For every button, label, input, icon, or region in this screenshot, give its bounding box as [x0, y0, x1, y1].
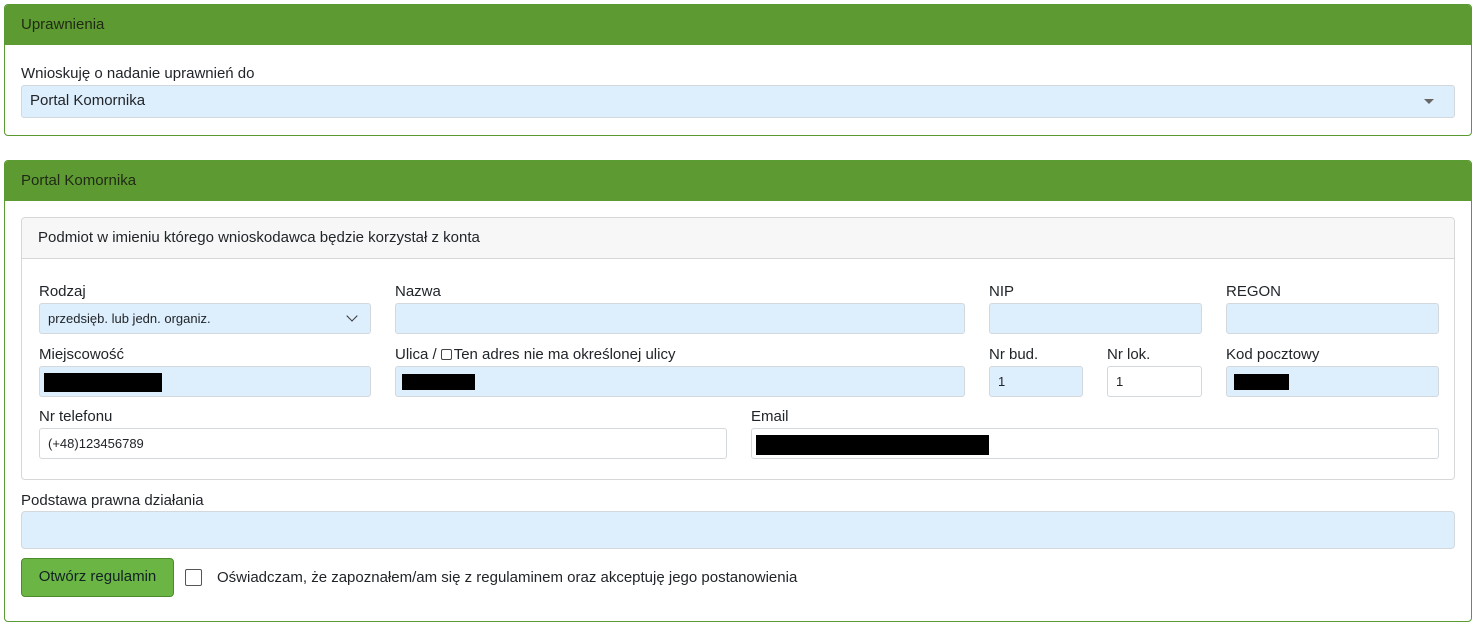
uprawnienia-header: Uprawnienia	[5, 5, 1471, 45]
no-street-label: Ten adres nie ma określonej ulicy	[453, 346, 676, 363]
redacted-block	[1234, 374, 1289, 390]
no-street-checkbox[interactable]	[440, 349, 452, 360]
request-select[interactable]: Portal Komornika	[21, 85, 1455, 118]
podstawa-label: Podstawa prawna działania	[21, 492, 204, 509]
ulica-label: Ulica /	[395, 346, 437, 363]
telefon-label: Nr telefonu	[39, 408, 113, 425]
ulica-label-group: Ulica / Ten adres nie ma określonej ulicy	[395, 346, 675, 363]
accept-checkbox[interactable]	[185, 569, 202, 586]
rodzaj-select-value: przedsięb. lub jedn. organiz.	[48, 311, 211, 326]
rodzaj-select[interactable]: przedsięb. lub jedn. organiz.	[39, 303, 371, 334]
kod-label: Kod pocztowy	[1226, 346, 1320, 363]
subject-header: Podmiot w imieniu którego wnioskodawca b…	[22, 218, 1454, 259]
nr-lok-value: 1	[1116, 374, 1124, 389]
nazwa-input[interactable]	[395, 303, 965, 334]
ulica-input[interactable]	[395, 366, 965, 397]
podstawa-input[interactable]	[21, 511, 1455, 549]
nip-input[interactable]	[989, 303, 1202, 334]
nr-lok-input[interactable]: 1	[1107, 366, 1202, 397]
rodzaj-label: Rodzaj	[39, 283, 86, 300]
nazwa-label: Nazwa	[395, 283, 441, 300]
accept-label: Oświadczam, że zapoznałem/am się z regul…	[217, 569, 798, 586]
portal-card: Portal Komornika Podmiot w imieniu które…	[4, 160, 1472, 622]
telefon-input[interactable]: (+48)123456789	[39, 428, 727, 459]
email-input[interactable]	[751, 428, 1439, 459]
portal-header: Portal Komornika	[5, 161, 1471, 201]
nr-bud-label: Nr bud.	[989, 346, 1039, 363]
caret-down-icon	[1424, 99, 1434, 104]
email-label: Email	[751, 408, 789, 425]
redacted-block	[402, 374, 475, 390]
kod-input[interactable]	[1226, 366, 1439, 397]
nr-lok-label: Nr lok.	[1107, 346, 1151, 363]
request-label: Wnioskuję o nadanie uprawnień do	[21, 65, 255, 82]
miejscowosc-label: Miejscowość	[39, 346, 125, 363]
miejscowosc-input[interactable]	[39, 366, 371, 397]
nr-bud-value: 1	[998, 374, 1006, 389]
telefon-value: (+48)123456789	[48, 436, 144, 451]
redacted-block	[44, 373, 162, 392]
nip-label: NIP	[989, 283, 1015, 300]
chevron-down-icon	[346, 310, 358, 322]
redacted-block	[756, 435, 989, 455]
open-regulamin-button[interactable]: Otwórz regulamin	[21, 558, 174, 597]
regon-label: REGON	[1226, 283, 1282, 300]
subject-panel: Podmiot w imieniu którego wnioskodawca b…	[21, 217, 1455, 480]
nr-bud-input[interactable]: 1	[989, 366, 1083, 397]
regon-input[interactable]	[1226, 303, 1439, 334]
request-select-value: Portal Komornika	[30, 92, 146, 109]
uprawnienia-card: Uprawnienia Wnioskuję o nadanie uprawnie…	[4, 4, 1472, 136]
